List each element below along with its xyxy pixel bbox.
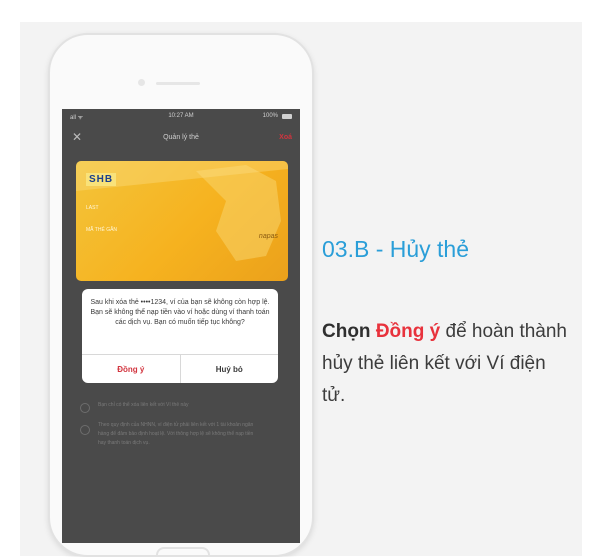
desc-prefix: Chọn <box>322 321 376 342</box>
card-holder: MÃ THẺ GẮN <box>86 227 118 233</box>
nav-bar: ✕ Quản lý thẻ Xoá <box>62 125 300 153</box>
step-description: Chọn Đồng ý để hoàn thành hủy thẻ liên k… <box>322 316 572 412</box>
agree-button[interactable]: Đồng ý <box>82 355 181 383</box>
speaker-bar <box>156 82 200 85</box>
dialog-actions: Đồng ý Huỷ bỏ <box>82 354 278 383</box>
card-label: LAST <box>86 205 99 211</box>
delete-button[interactable]: Xoá <box>279 134 292 141</box>
desc-highlight: Đồng ý <box>375 321 441 342</box>
cancel-button[interactable]: Huỷ bỏ <box>181 355 279 383</box>
camera-dot <box>138 79 145 86</box>
battery-percent: 100% <box>262 113 278 119</box>
status-bar: all ᯤ 10:27 AM 100% <box>62 109 300 125</box>
confirm-dialog: Sau khi xóa thẻ ••••1234, ví của bạn sẽ … <box>82 289 278 383</box>
battery-icon <box>282 114 292 119</box>
phone-mockup: all ᯤ 10:27 AM 100% ✕ Quản lý thẻ Xoá SH… <box>48 33 314 557</box>
note-text-2: Theo quy định của NHNN, ví điện tử phải … <box>98 422 254 446</box>
napas-logo: napas <box>258 233 278 240</box>
info-icon <box>80 403 90 413</box>
dialog-message: Sau khi xóa thẻ ••••1234, ví của bạn sẽ … <box>90 299 270 326</box>
bank-logo: SHB <box>86 173 117 186</box>
nav-title: Quản lý thẻ <box>163 134 199 141</box>
note-text-1: Bạn chỉ có thể xóa liên kết với Ví thẻ n… <box>98 402 189 408</box>
bank-card[interactable]: SHB LAST MÃ THẺ GẮN napas <box>76 161 288 281</box>
phone-screen: all ᯤ 10:27 AM 100% ✕ Quản lý thẻ Xoá SH… <box>62 109 300 543</box>
home-button <box>156 547 210 555</box>
step-heading: 03.B - Hủy thẻ <box>322 236 470 262</box>
info-icon <box>80 425 90 435</box>
